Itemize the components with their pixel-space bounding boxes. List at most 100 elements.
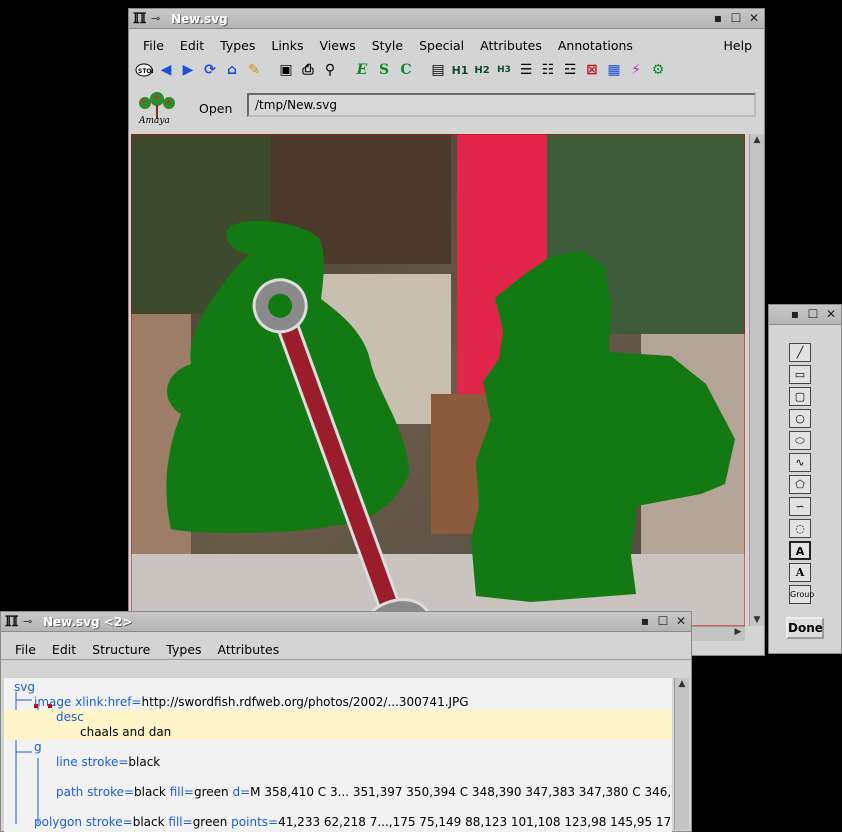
find-icon[interactable]: ⚲	[319, 59, 341, 81]
pin-icon[interactable]: ⊸	[151, 12, 165, 25]
menu-file[interactable]: File	[135, 38, 172, 53]
save-icon[interactable]: ▣	[275, 59, 297, 81]
curve-tool-icon[interactable]: ∽	[789, 497, 811, 516]
menu-types[interactable]: Types	[212, 38, 263, 53]
group-tool-button[interactable]: Group	[789, 585, 814, 604]
structure-maximize-icon[interactable]: ☐	[655, 613, 671, 629]
reload-icon[interactable]: ⟳	[199, 59, 221, 81]
structure-minimize-icon[interactable]: ▪	[637, 613, 653, 629]
attribute-value: green	[194, 785, 229, 799]
open-label[interactable]: Open	[199, 101, 232, 116]
menu-edit[interactable]: Edit	[172, 38, 212, 53]
scroll-up-icon[interactable]: ▲	[750, 135, 764, 145]
structure-close-icon[interactable]: ✕	[673, 613, 689, 629]
structure-menu-edit[interactable]: Edit	[44, 642, 84, 657]
image-icon[interactable]: ▤	[427, 59, 449, 81]
bullet-list-icon[interactable]: ☰	[515, 59, 537, 81]
minimize-icon[interactable]: ▪	[710, 10, 726, 26]
element-name: line	[56, 755, 78, 769]
menu-views[interactable]: Views	[312, 38, 364, 53]
url-input[interactable]: /tmp/New.svg	[247, 93, 756, 117]
main-titlebar[interactable]: ℿ ⊸ New.svg ▪ ☐ ✕	[129, 9, 764, 29]
structure-row[interactable]: chaals and dan	[4, 725, 672, 740]
structure-pin-icon[interactable]: ⊸	[23, 615, 37, 628]
ellipse-tool-icon[interactable]: ⬭	[789, 431, 811, 450]
rectangle-tool-icon[interactable]: ▭	[789, 365, 811, 384]
structure-scroll-up-icon[interactable]: ▲	[675, 679, 689, 689]
menu-annotations[interactable]: Annotations	[550, 38, 641, 53]
structure-window-menu-icon[interactable]: ℿ	[5, 614, 21, 630]
palette-close-icon[interactable]: ✕	[823, 306, 839, 322]
pencil-icon[interactable]: ✎	[243, 59, 265, 81]
attribute-value: green	[192, 815, 228, 829]
structure-row[interactable]: image xlink:href=http://swordfish.rdfweb…	[4, 695, 672, 710]
circle-tool-icon[interactable]: ○	[789, 409, 811, 428]
main-toolbar: STOP ◀ ▶ ⟳ ⌂ ✎ ▣ ⎙ ⚲ E S C ▤ H1 H2 H3 ☰ …	[133, 58, 669, 82]
svg-drawing[interactable]	[131, 134, 745, 626]
structure-row[interactable]: polygon stroke=black fill=green points=4…	[4, 815, 672, 830]
structure-menu-file[interactable]: File	[7, 642, 44, 657]
structure-tree[interactable]: svg image xlink:href=http://swordfish.rdf…	[4, 678, 672, 832]
rounded-rect-tool-icon[interactable]: ▢	[789, 387, 811, 406]
code-icon[interactable]: C	[395, 59, 417, 81]
palette-minimize-icon[interactable]: ▪	[787, 306, 803, 322]
attribute-value: black	[132, 815, 165, 829]
object-icon[interactable]: ⊠	[581, 59, 603, 81]
forward-arrow-icon[interactable]: ▶	[177, 59, 199, 81]
close-icon[interactable]: ✕	[746, 10, 762, 26]
element-name: image	[34, 695, 72, 709]
menu-style[interactable]: Style	[364, 38, 411, 53]
back-arrow-icon[interactable]: ◀	[155, 59, 177, 81]
structure-row[interactable]: line stroke=black	[4, 755, 672, 770]
element-name: desc	[56, 710, 84, 724]
structure-titlebar[interactable]: ℿ ⊸ New.svg <2> ▪ ☐ ✕	[1, 612, 691, 632]
palette-maximize-icon[interactable]: ☐	[805, 306, 821, 322]
svg-canvas[interactable]	[131, 134, 745, 626]
structure-window-title: New.svg <2>	[43, 614, 133, 629]
numbered-list-icon[interactable]: ☷	[537, 59, 559, 81]
structure-vertical-scrollbar[interactable]: ▲	[674, 678, 689, 830]
heading3-icon[interactable]: H3	[493, 59, 515, 81]
canvas-vertical-scrollbar[interactable]: ▲ ▼	[749, 134, 764, 626]
menu-help[interactable]: Help	[716, 38, 765, 53]
structure-row[interactable]: g	[4, 740, 672, 755]
scroll-right-icon[interactable]: ▶	[731, 627, 745, 637]
done-button[interactable]: Done	[786, 617, 824, 639]
heading1-icon[interactable]: H1	[449, 59, 471, 81]
strong-icon[interactable]: S	[373, 59, 395, 81]
structure-row[interactable]: path stroke=black fill=green d=M 358,410…	[4, 785, 672, 800]
home-icon[interactable]: ⌂	[221, 59, 243, 81]
stop-icon[interactable]: STOP	[133, 59, 155, 81]
attribute-value: M 358,410 C 3... 351,397 350,394 C 348,3…	[250, 785, 672, 799]
menu-attributes[interactable]: Attributes	[472, 38, 550, 53]
table-icon[interactable]: ▦	[603, 59, 625, 81]
svg-tool-palette: ▪ ☐ ✕ ╱ ▭ ▢ ○ ⬭ ∿ ⬠ ∽ ◌ A A Group Done	[768, 304, 842, 654]
polyline-tool-icon[interactable]: ∿	[789, 453, 811, 472]
structure-row[interactable]: svg	[4, 680, 672, 695]
heading2-icon[interactable]: H2	[471, 59, 493, 81]
emphasis-icon[interactable]: E	[351, 59, 373, 81]
text-tool-icon[interactable]: A	[789, 563, 811, 582]
maximize-icon[interactable]: ☐	[728, 10, 744, 26]
attribute-value: 41,233 62,218 7...,175 75,149 88,123 101…	[278, 815, 672, 829]
scroll-down-icon[interactable]: ▼	[750, 615, 764, 625]
menu-special[interactable]: Special	[411, 38, 472, 53]
closed-curve-tool-icon[interactable]: ◌	[789, 519, 811, 538]
window-menu-icon[interactable]: ℿ	[133, 11, 149, 27]
line-tool-icon[interactable]: ╱	[789, 343, 811, 362]
structure-row[interactable]: desc	[4, 710, 672, 725]
polygon-tool-icon[interactable]: ⬠	[789, 475, 811, 494]
structure-menu-attributes[interactable]: Attributes	[210, 642, 288, 657]
attribute-value: http://swordfish.rdfweb.org/photos/2002/…	[141, 695, 469, 709]
palette-titlebar[interactable]: ▪ ☐ ✕	[769, 305, 841, 325]
print-icon[interactable]: ⎙	[297, 59, 319, 81]
foreign-text-tool-icon[interactable]: A	[789, 541, 811, 560]
link-icon[interactable]: ⚡	[625, 59, 647, 81]
structure-menu-types[interactable]: Types	[158, 642, 209, 657]
definition-list-icon[interactable]: ☲	[559, 59, 581, 81]
menu-links[interactable]: Links	[263, 38, 311, 53]
element-name: polygon	[34, 815, 82, 829]
structure-menu-structure[interactable]: Structure	[84, 642, 158, 657]
element-name: stroke=	[77, 755, 129, 769]
css-icon[interactable]: ⚙	[647, 59, 669, 81]
